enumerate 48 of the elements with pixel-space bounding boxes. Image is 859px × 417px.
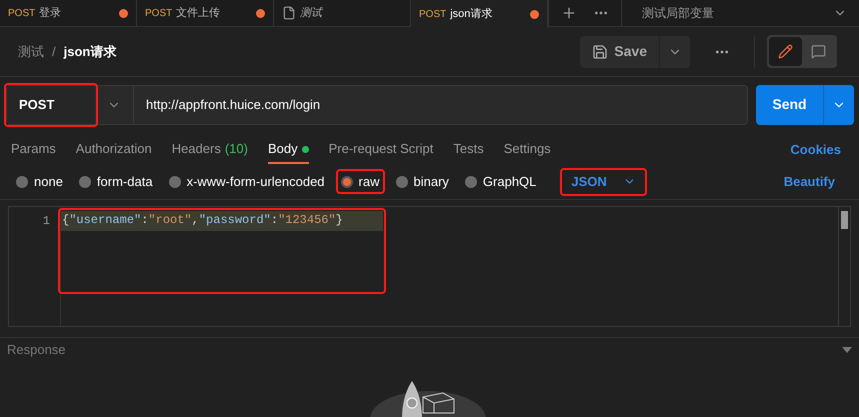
- radio-icon: [16, 176, 28, 188]
- comment-icon: [811, 44, 826, 59]
- response-title: Response: [7, 340, 67, 359]
- beautify-link[interactable]: Beautify: [784, 172, 835, 192]
- body-type-radio[interactable]: none: [14, 172, 65, 192]
- tab-title: 测试: [300, 6, 322, 21]
- body-type-radio[interactable]: x-www-form-urlencoded: [166, 172, 327, 192]
- request-tab[interactable]: POST 文件上传: [137, 0, 274, 26]
- radio-icon: [340, 176, 353, 188]
- radio-icon: [78, 176, 91, 188]
- request-section-tab[interactable]: Settings: [504, 136, 551, 164]
- count-label: (10): [224, 140, 248, 158]
- request-section-tab[interactable]: Pre-request Script: [328, 136, 434, 164]
- caret-icon: [842, 346, 852, 352]
- request-tab[interactable]: POST json请求: [411, 0, 548, 28]
- add-tab-icon[interactable]: [561, 5, 577, 21]
- body-type-radio[interactable]: form-data: [76, 172, 155, 192]
- method-label: POST: [419, 8, 446, 22]
- tab-title: json请求: [450, 6, 492, 22]
- pencil-icon: [778, 44, 793, 59]
- cookies-link[interactable]: Cookies: [790, 136, 841, 164]
- tab-title: 文件上传: [176, 6, 220, 21]
- request-section-tab[interactable]: Authorization: [76, 136, 152, 164]
- environment-select[interactable]: 测试局部变量: [622, 0, 859, 26]
- edit-button[interactable]: [769, 37, 802, 66]
- breadcrumb-parent[interactable]: 测试: [18, 42, 44, 62]
- request-section-tab[interactable]: Tests: [453, 136, 484, 164]
- body-type-radio[interactable]: GraphQL: [462, 172, 538, 192]
- request-section-tab[interactable]: Params: [11, 136, 56, 164]
- radio-icon: [396, 176, 408, 188]
- method-label: POST: [145, 6, 172, 20]
- body-type-radio[interactable]: raw: [338, 172, 382, 192]
- request-section-tab[interactable]: Body: [268, 136, 309, 164]
- line-number: 1: [42, 213, 51, 230]
- radio-icon: [464, 176, 477, 188]
- document-icon: [282, 6, 296, 20]
- scrollbar-thumb[interactable]: [841, 211, 848, 229]
- request-section-tab[interactable]: Headers (10): [172, 136, 248, 164]
- breadcrumb-separator: /: [52, 42, 56, 61]
- method-label: POST: [8, 6, 36, 20]
- body-type-radio[interactable]: binary: [394, 172, 451, 192]
- format-select[interactable]: JSON: [563, 170, 644, 192]
- request-tab[interactable]: POST 登录: [0, 0, 137, 26]
- radio-icon: [168, 176, 181, 188]
- breadcrumb-current: json请求: [64, 42, 116, 61]
- code-editor[interactable]: 1 {"username":"root","password":"123456"}: [8, 206, 851, 327]
- tab-title: 登录: [39, 6, 62, 21]
- save-icon: [592, 44, 608, 60]
